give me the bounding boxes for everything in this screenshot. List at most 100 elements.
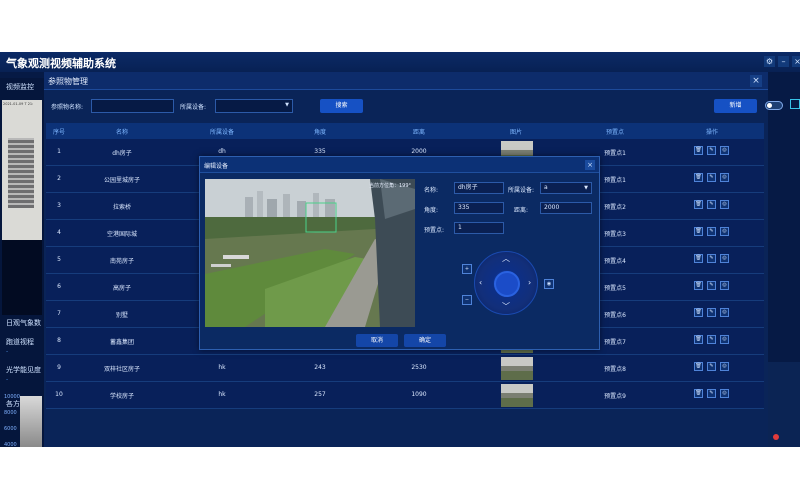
view-icon[interactable]: ◎ xyxy=(720,200,729,209)
row-thumbnail-image[interactable] xyxy=(501,357,533,380)
delete-icon[interactable]: 🗑 xyxy=(694,389,703,398)
view-icon[interactable]: ◎ xyxy=(720,308,729,317)
view-icon[interactable]: ◎ xyxy=(720,389,729,398)
view-icon[interactable]: ◎ xyxy=(720,335,729,344)
view-icon[interactable]: ◎ xyxy=(720,227,729,236)
row-index: 3 xyxy=(57,202,61,209)
save-preset-icon[interactable]: ◉ xyxy=(544,279,554,289)
row-name: 空港国际城 xyxy=(106,231,138,238)
view-icon[interactable]: ◎ xyxy=(720,146,729,155)
arrow-down-icon[interactable]: ﹀ xyxy=(502,303,510,311)
row-preset: 预置点8 xyxy=(604,366,626,373)
edit-icon[interactable]: ✎ xyxy=(707,281,716,290)
search-button[interactable]: 搜索 xyxy=(320,99,363,113)
toggle-switch[interactable] xyxy=(765,101,783,110)
confirm-button[interactable]: 确定 xyxy=(404,334,446,347)
table-row: 9 双梓社区房子 hk 243 2530 预置点8 🗑 ✎ ◎ xyxy=(46,355,764,382)
edit-dialog: 编辑设备 × 当前方位角：199° 名称: dh房子 所属设备: a ▼ 角度:… xyxy=(199,156,600,350)
row-index: 9 xyxy=(57,364,61,371)
delete-icon[interactable]: 🗑 xyxy=(694,254,703,263)
dialog-header: 编辑设备 × xyxy=(200,157,599,173)
sidebar-mini-chart: 10000 8000 6000 4000 xyxy=(0,390,44,447)
delete-icon[interactable]: 🗑 xyxy=(694,173,703,182)
column-header-angle: 角度 xyxy=(313,129,327,136)
sidebar-item-rvr[interactable]: 跑道视程 xyxy=(6,337,34,347)
column-header-index: 序号 xyxy=(52,129,66,136)
row-name: 公园里城房子 xyxy=(103,177,141,184)
ptz-control: ︿ ﹀ ‹ › xyxy=(474,251,538,315)
view-icon[interactable]: ◎ xyxy=(720,281,729,290)
chevron-down-icon: ▼ xyxy=(584,185,588,191)
edit-icon[interactable]: ✎ xyxy=(707,308,716,317)
panel-close-button[interactable]: × xyxy=(750,75,762,87)
delete-icon[interactable]: 🗑 xyxy=(694,308,703,317)
zoom-out-icon[interactable]: − xyxy=(462,295,472,305)
row-device: hk xyxy=(218,364,226,371)
name-field[interactable]: dh房子 xyxy=(454,182,504,194)
video-timestamp: 2021-01-09 T 21: xyxy=(3,102,34,106)
row-index: 5 xyxy=(57,256,61,263)
cancel-button[interactable]: 取消 xyxy=(356,334,398,347)
delete-icon[interactable]: 🗑 xyxy=(694,362,703,371)
edit-icon[interactable]: ✎ xyxy=(707,335,716,344)
row-preset: 预置点4 xyxy=(604,258,626,265)
settings-icon[interactable]: ⚙ xyxy=(764,56,775,67)
arrow-right-icon[interactable]: › xyxy=(528,279,531,287)
column-header-device: 所属设备 xyxy=(209,129,235,136)
sidebar-item-optical-visibility[interactable]: 光学能见度 xyxy=(6,365,41,375)
row-device: hk xyxy=(218,391,226,398)
view-icon[interactable]: ◎ xyxy=(720,362,729,371)
delete-icon[interactable]: 🗑 xyxy=(694,146,703,155)
sidebar-item-observation[interactable]: 日观气象数 xyxy=(6,318,41,328)
preset-field[interactable]: 1 xyxy=(454,222,504,234)
delete-icon[interactable]: 🗑 xyxy=(694,335,703,344)
edit-icon[interactable]: ✎ xyxy=(707,200,716,209)
panel-header: 参照物管理 × xyxy=(44,72,768,90)
device-filter-select[interactable]: ▼ xyxy=(215,99,293,113)
camera-image xyxy=(205,179,415,327)
row-index: 2 xyxy=(57,175,61,182)
zoom-in-icon[interactable]: + xyxy=(462,264,472,274)
chart-tick: 6000 xyxy=(4,426,17,432)
edit-icon[interactable]: ✎ xyxy=(707,254,716,263)
delete-icon[interactable]: 🗑 xyxy=(694,281,703,290)
angle-field[interactable]: 335 xyxy=(454,202,504,214)
edit-icon[interactable]: ✎ xyxy=(707,362,716,371)
preset-field-label: 预置点: xyxy=(424,227,445,234)
delete-icon[interactable]: 🗑 xyxy=(694,200,703,209)
expand-icon[interactable] xyxy=(790,99,800,109)
row-thumbnail-image[interactable] xyxy=(501,384,533,407)
arrow-left-icon[interactable]: ‹ xyxy=(479,279,482,287)
device-select[interactable]: a ▼ xyxy=(540,182,592,194)
view-icon[interactable]: ◎ xyxy=(720,254,729,263)
sidebar-video-thumbnail[interactable]: 2021-01-09 T 21: xyxy=(2,100,42,240)
close-icon[interactable]: × xyxy=(792,56,800,67)
delete-icon[interactable]: 🗑 xyxy=(694,227,703,236)
edit-icon[interactable]: ✎ xyxy=(707,146,716,155)
ptz-center-button[interactable] xyxy=(494,271,520,297)
view-icon[interactable]: ◎ xyxy=(720,173,729,182)
angle-field-label: 角度: xyxy=(424,207,439,214)
name-field-label: 名称: xyxy=(424,187,439,194)
panel-title: 参照物管理 xyxy=(48,77,88,86)
sidebar-video-dark xyxy=(2,240,42,315)
row-preset: 预置点5 xyxy=(604,285,626,292)
chart-image xyxy=(20,396,42,447)
dialog-title: 编辑设备 xyxy=(204,163,229,170)
dialog-close-button[interactable]: × xyxy=(585,160,595,170)
add-button[interactable]: 新增 xyxy=(714,99,757,113)
distance-field[interactable]: 2000 xyxy=(540,202,592,214)
row-preset: 预置点3 xyxy=(604,231,626,238)
row-index: 7 xyxy=(57,310,61,317)
row-preset: 预置点7 xyxy=(604,339,626,346)
row-name: 拉索桥 xyxy=(112,204,132,211)
distance-field-label: 距离: xyxy=(514,207,529,214)
minimize-icon[interactable]: – xyxy=(778,56,789,67)
arrow-up-icon[interactable]: ︿ xyxy=(502,255,510,263)
edit-icon[interactable]: ✎ xyxy=(707,227,716,236)
camera-view: 当前方位角：199° xyxy=(205,179,415,327)
row-preset: 预置点9 xyxy=(604,393,626,400)
name-filter-input[interactable] xyxy=(91,99,174,113)
edit-icon[interactable]: ✎ xyxy=(707,389,716,398)
edit-icon[interactable]: ✎ xyxy=(707,173,716,182)
